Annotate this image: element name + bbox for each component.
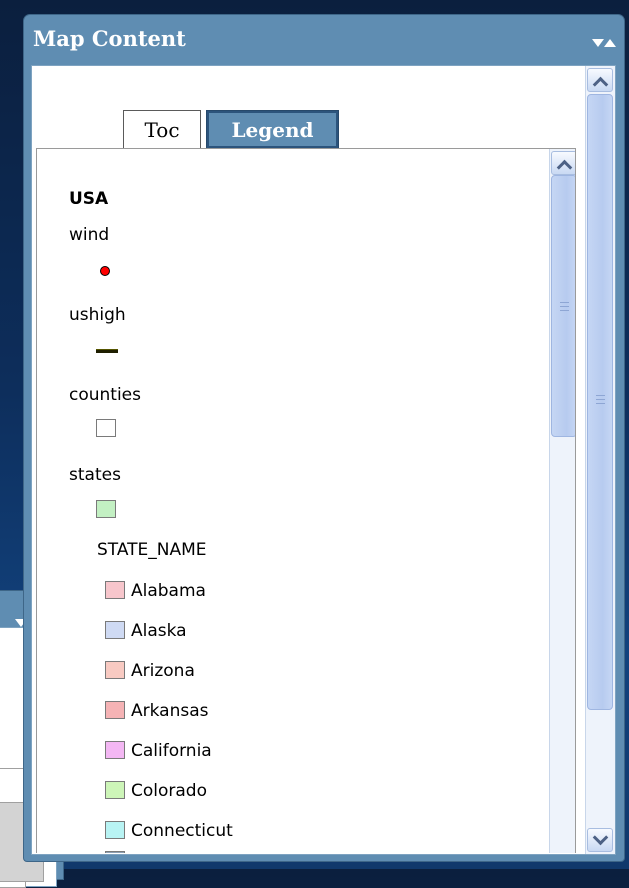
layer-name: states [69,465,121,485]
state-swatch [105,581,125,599]
legend-panel: USA wind ushigh counties states STATE_NA… [36,148,576,853]
layer-name: ushigh [69,305,126,325]
outer-scrollbar-lower [585,710,615,854]
state-swatch [105,661,125,679]
layer-name: wind [69,225,110,245]
state-swatch [105,851,125,853]
states-swatch [96,500,116,518]
window-title: Map Content [33,26,186,51]
legend-scroll-grip-icon [560,302,569,311]
state-label: Alaska [131,621,187,641]
state-label: Arkansas [131,701,209,721]
state-label: California [131,741,212,761]
counties-swatch [96,419,116,437]
tab-legend[interactable]: Legend [206,110,339,148]
state-label: Colorado [131,781,207,801]
state-swatch [105,781,125,799]
collapse-down-arrow-icon [592,39,604,47]
collapse-expand-icon[interactable] [592,37,618,49]
state-label: Alabama [131,581,206,601]
expand-up-arrow-icon [604,39,616,47]
state-label: Arizona [131,661,195,681]
scroll-grip-icon [596,395,605,404]
line-symbol-icon [96,349,118,353]
state-label: Connecticut [131,821,233,841]
tab-toc[interactable]: Toc [123,110,201,148]
legend-list: USA wind ushigh counties states STATE_NA… [37,149,547,853]
legend-scrollbar[interactable] [549,149,575,853]
state-swatch [105,741,125,759]
service-name: USA [69,189,109,209]
state-swatch [105,621,125,639]
red-dot-icon [100,266,110,276]
state-swatch [105,701,125,719]
layer-name: counties [69,385,142,405]
field-label: STATE_NAME [97,540,207,560]
map-content-window: Map Content Toc Legend USA wind ushigh c… [23,14,625,862]
window-body: Toc Legend USA wind ushigh counties stat… [31,65,616,855]
scroll-up-button[interactable] [587,68,613,92]
state-swatch [105,821,125,839]
scroll-thumb[interactable] [587,94,613,710]
legend-scroll-thumb[interactable] [551,175,575,437]
legend-scroll-up-button[interactable] [551,151,575,175]
scroll-down-button[interactable] [587,828,613,852]
